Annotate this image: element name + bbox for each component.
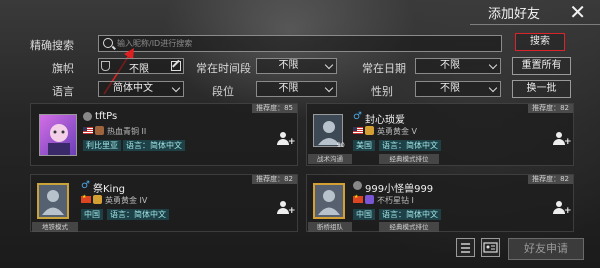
language-tag: 语言：简体中文: [379, 140, 441, 151]
avatar[interactable]: [37, 183, 69, 219]
chevron-down-icon: [324, 60, 334, 70]
chevron-down-icon: [488, 60, 498, 70]
title-divider: [470, 24, 600, 25]
id-card-icon: [483, 242, 498, 253]
language-value: 简体中文: [113, 83, 153, 94]
recommend-badge: 推荐度：82: [252, 175, 297, 184]
play-style-tag: 断桥组队: [308, 222, 352, 232]
player-rank: 热血青铜 II: [107, 127, 147, 136]
player-name: 999小怪兽999: [365, 184, 434, 195]
play-style-tag: 战术沟通: [308, 154, 352, 164]
player-rank: 不朽星钻 I: [377, 196, 414, 205]
language-dropdown[interactable]: 简体中文: [98, 81, 184, 97]
player-name: tftPs: [95, 111, 118, 122]
play-style-tag: 地铁模式: [32, 222, 78, 232]
active-time-dropdown[interactable]: 不限: [256, 58, 337, 74]
edit-icon[interactable]: [171, 61, 181, 71]
chevron-down-icon: [171, 83, 181, 93]
rank-icon: [95, 126, 104, 135]
add-friend-icon[interactable]: +: [277, 132, 296, 147]
gender-label: 性别: [371, 85, 393, 98]
gender-male-icon: ♂: [81, 180, 90, 191]
china-flag-icon: [353, 194, 363, 203]
active-time-label: 常在时间段: [196, 62, 251, 75]
level-badge: 90: [337, 142, 345, 149]
rank-value: 不限: [278, 83, 299, 94]
rank-icon: [93, 195, 102, 204]
chevron-down-icon: [488, 83, 498, 93]
country-tag: 美国: [353, 140, 375, 151]
add-friend-icon[interactable]: +: [553, 132, 572, 147]
search-icon: [103, 38, 113, 48]
search-input[interactable]: 输入昵称/ID进行搜索: [98, 35, 502, 52]
flag-label: 旗帜: [52, 62, 74, 75]
default-avatar-icon: [318, 190, 340, 215]
active-date-value: 不限: [440, 60, 460, 71]
list-view-icon[interactable]: [456, 238, 475, 257]
recommend-badge: 推荐度：82: [528, 104, 573, 113]
flag-selector[interactable]: 不限: [98, 58, 184, 75]
china-flag-icon: [81, 194, 91, 203]
rank-icon: [365, 126, 374, 135]
add-friend-icon[interactable]: +: [277, 201, 296, 216]
play-style-tag: 经典模式排位: [379, 154, 439, 164]
close-icon[interactable]: ✕: [569, 0, 586, 24]
player-name: 封心琐爱: [365, 115, 405, 126]
refresh-button[interactable]: 换一批: [512, 80, 571, 98]
active-date-dropdown[interactable]: 不限: [415, 58, 501, 74]
language-label: 语言: [52, 85, 74, 98]
online-status-icon: [353, 181, 362, 190]
recommend-badge: 推荐度：85: [252, 104, 297, 113]
language-tag: 语言：简体中文: [123, 140, 185, 151]
avatar[interactable]: [39, 114, 77, 156]
gender-dropdown[interactable]: 不限: [415, 81, 501, 97]
player-card[interactable]: 推荐度：85 tftPs 热血青铜 II 利比里亚 语言：简体中文 +: [30, 103, 298, 166]
gender-value: 不限: [440, 83, 460, 94]
avatar-image: [48, 124, 70, 155]
recommend-badge: 推荐度：82: [528, 175, 573, 184]
player-card[interactable]: 推荐度：82 999小怪兽999 不朽星钻 I 中国 语言：简体中文 断桥组队 …: [306, 174, 574, 232]
rank-dropdown[interactable]: 不限: [256, 81, 337, 97]
gender-male-icon: ♂: [353, 111, 362, 122]
active-date-label: 常在日期: [362, 62, 406, 75]
language-tag: 语言：简体中文: [379, 209, 441, 220]
list-icon: [461, 243, 470, 253]
player-card[interactable]: 推荐度：82 90 ♂ 封心琐爱 英勇黄金 V 美国 语言：简体中文 战术沟通 …: [306, 103, 574, 166]
default-avatar-icon: [42, 190, 64, 215]
friend-request-button[interactable]: 好友申请: [508, 238, 584, 260]
add-friend-icon[interactable]: +: [553, 201, 572, 216]
search-button[interactable]: 搜索: [515, 33, 565, 51]
shield-icon: [101, 61, 110, 71]
country-tag: 中国: [353, 209, 375, 220]
player-name: 祭King: [93, 184, 126, 195]
country-tag: 中国: [81, 209, 103, 220]
reset-all-button[interactable]: 重置所有: [512, 57, 571, 75]
language-tag: 语言：简体中文: [107, 209, 169, 220]
online-status-icon: [83, 112, 92, 121]
rank-icon: [365, 195, 374, 204]
play-style-tag: 经典模式排位: [379, 222, 439, 232]
player-rank: 英勇黄金 IV: [105, 196, 148, 205]
player-rank: 英勇黄金 V: [377, 127, 418, 136]
chevron-down-icon: [324, 83, 334, 93]
country-tag: 利比里亚: [83, 140, 121, 151]
usa-flag-icon: [353, 127, 363, 134]
search-label: 精确搜索: [30, 39, 74, 52]
usa-flag-icon: [83, 127, 93, 134]
page-title: 添加好友: [487, 7, 540, 22]
player-card[interactable]: 推荐度：82 ♂ 祭King 英勇黄金 IV 中国 语言：简体中文 地铁模式 +: [30, 174, 298, 232]
id-card-button[interactable]: [481, 238, 500, 257]
rank-label: 段位: [212, 85, 234, 98]
flag-value: 不限: [129, 64, 149, 75]
active-time-value: 不限: [278, 60, 299, 71]
avatar[interactable]: [313, 183, 345, 219]
